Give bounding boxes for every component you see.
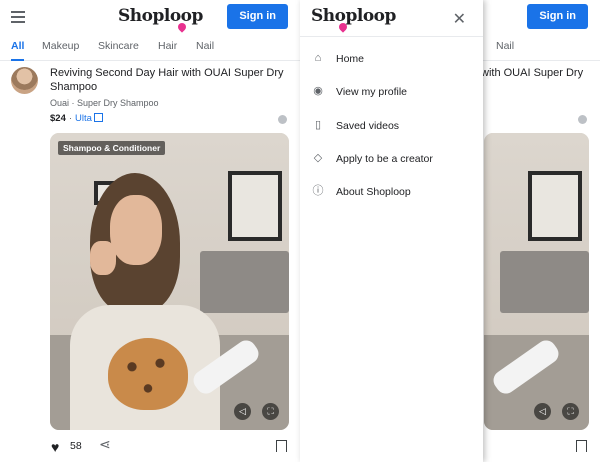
- creator-avatar[interactable]: [11, 67, 38, 94]
- menu-item-label: Home: [336, 53, 365, 65]
- sign-in-button[interactable]: Sign in: [227, 4, 288, 29]
- tab-skincare[interactable]: Skincare: [98, 40, 139, 52]
- video-title[interactable]: Reviving Second Day Hair with OUAI Super…: [50, 66, 290, 94]
- video-face: [110, 195, 162, 265]
- info-icon: ⓘ: [312, 185, 324, 197]
- fullscreen-icon[interactable]: ⛶: [262, 403, 279, 420]
- tab-hair[interactable]: Hair: [158, 40, 177, 52]
- video-player-right[interactable]: ◁ ⛶: [484, 133, 589, 430]
- drawer-divider: [300, 36, 483, 37]
- home-icon: ⌂: [314, 52, 322, 64]
- top-bar: Shoploop Sign in: [0, 0, 300, 34]
- tab-all[interactable]: All: [11, 40, 25, 61]
- mute-icon[interactable]: ◁: [234, 403, 251, 420]
- info-icon[interactable]: [278, 115, 287, 124]
- price-line: $24 · Ulta: [50, 113, 103, 124]
- retailer-link[interactable]: Ulta: [75, 113, 92, 124]
- video-picture-frame: [528, 171, 582, 241]
- video-headboard: [500, 251, 589, 313]
- video-headboard: [200, 251, 289, 313]
- bookmark-icon-right[interactable]: [576, 440, 588, 456]
- menu-item-label: View my profile: [336, 86, 407, 98]
- drawer-logo-text: Shoploop: [311, 6, 396, 26]
- menu-item-saved-videos[interactable]: ▯ Saved videos: [300, 115, 483, 137]
- shoploop-logo[interactable]: Shoploop: [118, 6, 203, 33]
- like-count: 58: [70, 440, 82, 452]
- tag-icon: ◇: [313, 152, 323, 164]
- menu-item-view-profile[interactable]: ◉ View my profile: [300, 81, 483, 103]
- menu-item-about[interactable]: ⓘ About Shoploop: [300, 181, 483, 203]
- mute-icon[interactable]: ◁: [534, 403, 551, 420]
- video-title-right[interactable]: with OUAI Super Dry: [481, 66, 600, 80]
- info-icon-right[interactable]: [578, 115, 587, 124]
- profile-icon: ◉: [313, 85, 323, 97]
- like-icon[interactable]: ♥: [51, 439, 59, 455]
- sign-in-button-right[interactable]: Sign in: [527, 4, 588, 29]
- saved-icon: ▯: [314, 119, 322, 131]
- tab-makeup[interactable]: Makeup: [42, 40, 79, 52]
- close-icon[interactable]: ✕: [453, 9, 466, 29]
- tab-nail[interactable]: Nail: [196, 40, 214, 52]
- category-tabs: All Makeup Skincare Hair Nail: [0, 34, 300, 61]
- video-picture-frame: [228, 171, 282, 241]
- menu-item-home[interactable]: ⌂ Home: [300, 48, 483, 70]
- video-category-label: Shampoo & Conditioner: [58, 141, 166, 155]
- video-player[interactable]: Shampoo & Conditioner ◁ ⛶: [50, 133, 289, 430]
- feed-panel-left: Shoploop Sign in All Makeup Skincare Hai…: [0, 0, 300, 462]
- logo-text: Shoploop: [118, 6, 203, 26]
- fullscreen-icon[interactable]: ⛶: [562, 403, 579, 420]
- share-icon[interactable]: ⋖: [99, 436, 111, 453]
- menu-item-label: Apply to be a creator: [336, 153, 433, 165]
- bookmark-icon[interactable]: [276, 440, 288, 456]
- menu-item-apply-creator[interactable]: ◇ Apply to be a creator: [300, 148, 483, 170]
- price: $24: [50, 113, 66, 124]
- external-link-icon: [93, 113, 103, 122]
- video-shirt-graphic: [108, 338, 188, 410]
- menu-item-label: About Shoploop: [336, 186, 411, 198]
- menu-item-label: Saved videos: [336, 120, 400, 132]
- drawer-shoploop-logo[interactable]: Shoploop: [311, 6, 396, 33]
- product-brand-line: Ouai · Super Dry Shampoo: [50, 98, 159, 108]
- tab-nail-right[interactable]: Nail: [496, 40, 514, 52]
- video-hand: [90, 241, 116, 275]
- menu-icon[interactable]: [11, 11, 25, 23]
- navigation-drawer: Shoploop ✕ ⌂ Home ◉ View my profile ▯ Sa…: [300, 0, 483, 462]
